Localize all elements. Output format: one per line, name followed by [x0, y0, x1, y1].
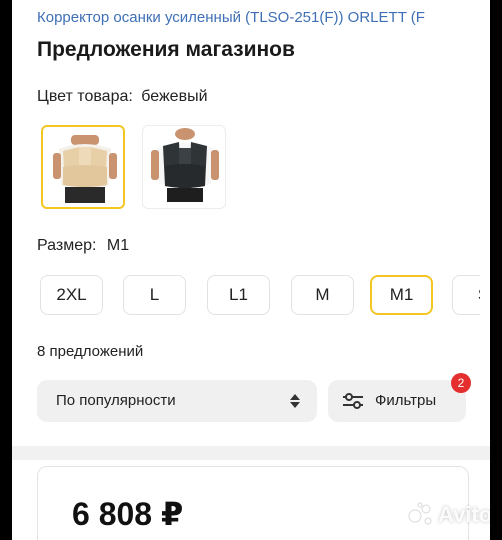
avito-watermark: Avito	[438, 502, 490, 527]
size-option-s[interactable]: S	[452, 275, 480, 315]
sort-dropdown[interactable]: По популярности	[37, 380, 317, 422]
size-options: 2XL L L1 M M1 S	[40, 275, 480, 317]
size-option-m[interactable]: M	[291, 275, 354, 315]
size-option-l[interactable]: L	[123, 275, 186, 315]
size-value: M1	[106, 237, 130, 254]
filters-sliders-icon	[342, 392, 364, 415]
sort-label: По популярности	[56, 392, 176, 409]
size-option-l1[interactable]: L1	[207, 275, 270, 315]
color-value: бежевый	[141, 88, 208, 105]
black-corrector-image	[151, 128, 219, 202]
page: Корректор осанки усиленный (TLSO-251(F))…	[12, 0, 490, 540]
filters-label: Фильтры	[375, 392, 437, 409]
color-option-beige[interactable]	[41, 125, 125, 209]
filters-button[interactable]: Фильтры	[328, 380, 466, 422]
size-option-2xl[interactable]: 2XL	[40, 275, 103, 315]
product-title-link[interactable]: Корректор осанки усиленный (TLSO-251(F))…	[37, 9, 490, 26]
offers-count: 8 предложений	[37, 343, 144, 360]
offer-price: 6 808 ₽	[72, 496, 184, 532]
color-option-black[interactable]	[142, 125, 226, 209]
sort-arrows-icon	[289, 392, 301, 415]
section-divider	[12, 446, 490, 460]
size-option-m1[interactable]: M1	[370, 275, 433, 315]
filters-count-badge: 2	[451, 373, 471, 393]
color-label: Цвет товара:	[37, 88, 133, 105]
section-title: Предложения магазинов	[37, 38, 295, 61]
size-selector-label: Размер: M1	[37, 237, 129, 255]
avito-logo-icon	[408, 502, 432, 525]
size-label: Размер:	[37, 237, 97, 254]
offer-card[interactable]: 6 808 ₽	[37, 466, 469, 540]
color-selector-label: Цвет товара: бежевый	[37, 88, 208, 106]
beige-corrector-image	[53, 135, 117, 203]
